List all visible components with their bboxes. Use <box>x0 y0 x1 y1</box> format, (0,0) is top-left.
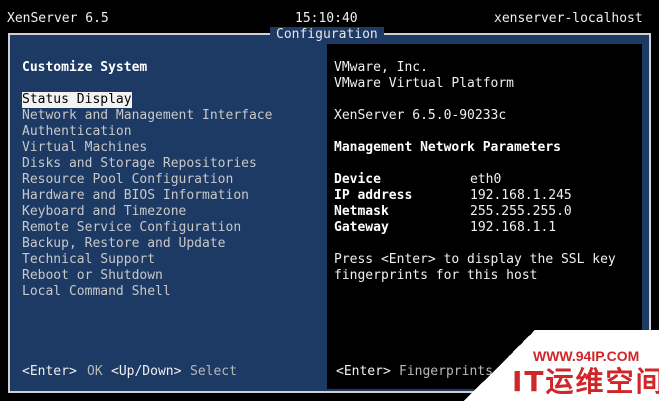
param-value: 192.168.1.245 <box>470 188 572 203</box>
menu-item[interactable]: Keyboard and Timezone <box>22 204 186 220</box>
hostname: xenserver-localhost <box>494 11 643 26</box>
vendor-name: VMware, Inc. <box>334 60 428 75</box>
param-label: Netmask <box>334 204 389 219</box>
param-value: 192.168.1.1 <box>470 220 557 235</box>
menu-heading: Customize System <box>22 60 148 75</box>
version-string: XenServer 6.5.0-90233c <box>334 108 507 123</box>
param-value: 255.255.255.0 <box>470 204 572 219</box>
window-title: Configuration <box>270 27 384 43</box>
menu-item[interactable]: Local Command Shell <box>22 284 171 300</box>
network-section-title: Management Network Parameters <box>334 140 561 155</box>
clock: 15:10:40 <box>295 11 358 26</box>
menu-item[interactable]: Remote Service Configuration <box>22 220 241 236</box>
param-value: eth0 <box>470 172 502 187</box>
param-label: IP address <box>334 188 413 203</box>
menu-item[interactable]: Resource Pool Configuration <box>22 172 233 188</box>
menu-item[interactable]: Hardware and BIOS Information <box>22 188 249 204</box>
menu-item[interactable]: Status Display <box>22 92 132 108</box>
menu-item[interactable]: Backup, Restore and Update <box>22 236 226 252</box>
hint-updown-key: <Up/Down> <box>111 364 182 379</box>
hint-select: Select <box>190 364 237 379</box>
hint-enter-key: <Enter> <box>22 364 77 379</box>
menu-item[interactable]: Network and Management Interface <box>22 108 272 124</box>
param-label: Device <box>334 172 381 187</box>
hint-enter-key-right: <Enter> <box>336 364 391 379</box>
menu-item[interactable]: Reboot or Shutdown <box>22 268 163 284</box>
watermark-url: WWW.94IP.COM <box>533 348 640 364</box>
menu-item[interactable]: Technical Support <box>22 252 155 268</box>
watermark-brand-logo: IT运维空间 <box>512 365 659 398</box>
ssl-note-line2: fingerprints for this host <box>334 268 538 283</box>
platform-name: VMware Virtual Platform <box>334 76 515 91</box>
menu-item[interactable]: Virtual Machines <box>22 140 147 156</box>
param-label: Gateway <box>334 220 389 235</box>
menu-item[interactable]: Disks and Storage Repositories <box>22 156 257 172</box>
ssl-note-line1: Press <Enter> to display the SSL key <box>334 252 616 267</box>
hint-ok: OK <box>87 364 103 379</box>
menu-item[interactable]: Authentication <box>22 124 132 140</box>
product-name: XenServer 6.5 <box>7 11 109 26</box>
